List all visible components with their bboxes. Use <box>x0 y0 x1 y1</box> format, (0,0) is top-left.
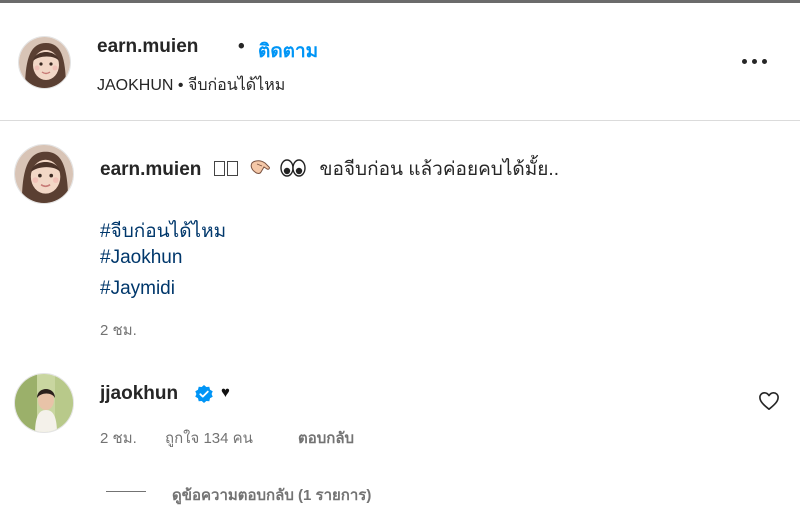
missing-glyph-icon <box>213 161 225 176</box>
caption-timestamp[interactable]: 2 ชม. <box>100 318 137 342</box>
caption-text: ขอจีบก่อน แล้วค่อยคบได้มั้ย.. <box>319 159 559 180</box>
header-subtitle[interactable]: JAOKHUN • จีบก่อนได้ไหม <box>97 73 285 98</box>
header-username[interactable]: earn.muien <box>97 36 198 58</box>
reply-button[interactable]: ตอบกลับ <box>298 426 354 450</box>
hashtag-link[interactable]: #จีบก่อนได้ไหม <box>100 216 226 246</box>
replies-divider <box>106 491 146 492</box>
caption-line: earn.muien ขอจีบก่อน แล้วค่อยคบได้มั้ย.. <box>100 154 559 184</box>
hashtag-link[interactable]: #Jaokhun <box>100 247 182 269</box>
post-header: earn.muien • ติดตาม JAOKHUN • จีบก่อนได้… <box>0 3 800 121</box>
comment-avatar[interactable] <box>14 373 74 433</box>
comment-username[interactable]: jjaokhun <box>100 383 178 405</box>
header-separator: • <box>238 36 245 57</box>
comment-heart-text: ♥ <box>221 384 230 401</box>
view-replies-button[interactable]: ดูข้อความตอบกลับ (1 รายการ) <box>172 483 371 507</box>
follow-button[interactable]: ติดตาม <box>258 36 318 66</box>
heart-outline-icon[interactable] <box>758 391 780 416</box>
missing-glyph-icon <box>226 161 238 176</box>
comment-timestamp[interactable]: 2 ชม. <box>100 426 137 450</box>
caption-avatar[interactable] <box>14 144 74 204</box>
verified-badge-icon <box>194 384 214 409</box>
more-options-icon[interactable] <box>740 53 770 71</box>
pinching-hand-icon <box>249 158 271 184</box>
eyes-icon <box>280 158 306 184</box>
hashtag-link[interactable]: #Jaymidi <box>100 278 175 300</box>
caption-username[interactable]: earn.muien <box>100 159 201 180</box>
comment-like-count[interactable]: ถูกใจ 134 คน <box>165 426 253 450</box>
header-avatar[interactable] <box>18 36 71 89</box>
